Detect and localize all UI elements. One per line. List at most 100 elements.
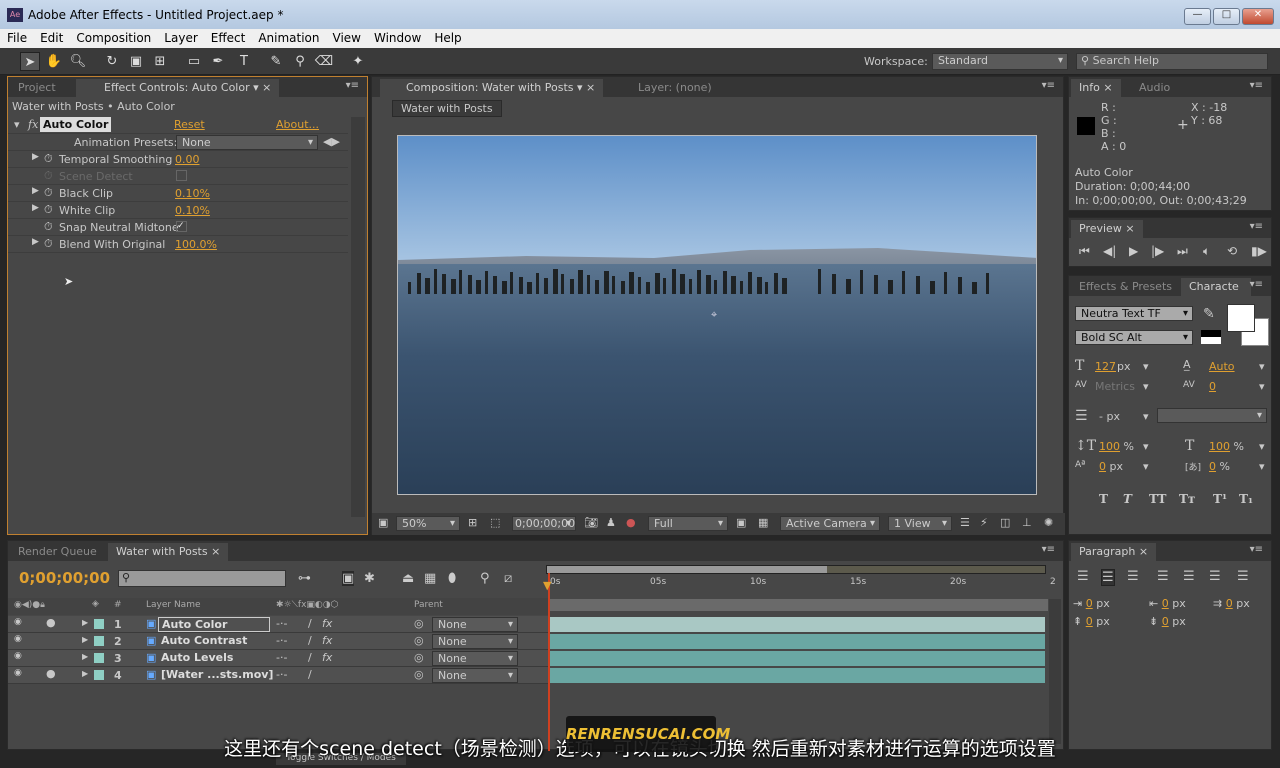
loop-icon[interactable]: ⟲ xyxy=(1227,244,1237,258)
panel-menu-icon[interactable]: ▾≡ xyxy=(1250,544,1263,555)
layer-name[interactable]: [Water ...sts.mov] xyxy=(158,668,276,681)
eyedropper-icon[interactable]: ✎ xyxy=(1203,306,1215,322)
param-checkbox[interactable] xyxy=(176,170,187,181)
param-value[interactable]: 0.10% xyxy=(175,187,210,200)
shy-switch-icon[interactable]: -·- xyxy=(276,617,287,630)
selection-tool-icon[interactable]: ➤ xyxy=(20,52,40,71)
panel-menu-icon[interactable]: ▾≡ xyxy=(1250,80,1263,91)
black-white-swatch[interactable] xyxy=(1201,330,1221,344)
next-frame-icon[interactable]: |▶ xyxy=(1151,244,1164,258)
justify-all-icon[interactable]: ☰ xyxy=(1237,569,1249,584)
align-left-icon[interactable]: ☰ xyxy=(1077,569,1089,584)
space-before-field[interactable]: ⇞ 0 px xyxy=(1073,615,1110,628)
hide-shy-icon[interactable]: ⏏ xyxy=(402,571,414,586)
pan-behind-tool-icon[interactable]: ⊞ xyxy=(150,52,170,71)
collapse-triangle-icon[interactable]: ▾ xyxy=(14,118,20,131)
effect-name[interactable]: Auto Color xyxy=(40,117,112,132)
parent-select[interactable]: None xyxy=(432,634,518,649)
justify-right-icon[interactable]: ☰ xyxy=(1209,569,1221,584)
fx-switch[interactable]: fx xyxy=(322,617,332,630)
small-caps-button[interactable]: Tт xyxy=(1179,492,1195,506)
scrollbar[interactable] xyxy=(351,117,365,517)
expand-triangle-icon[interactable]: ▶ xyxy=(32,152,39,162)
channel-icon[interactable]: ● xyxy=(626,516,636,529)
maximize-button[interactable]: □ xyxy=(1213,8,1240,25)
audio-icon[interactable]: 🔈︎ xyxy=(1203,244,1210,259)
panel-menu-icon[interactable]: ▾≡ xyxy=(1250,279,1263,290)
eye-icon[interactable]: ◉ xyxy=(14,668,22,678)
previous-frame-icon[interactable]: ◀| xyxy=(1103,244,1116,258)
playhead-handle-icon[interactable]: ▼ xyxy=(543,579,551,592)
tab-preview[interactable]: Preview × xyxy=(1071,220,1143,238)
expand-triangle-icon[interactable]: ▶ xyxy=(32,186,39,196)
tracking-value[interactable]: 0 xyxy=(1209,380,1216,393)
param-value[interactable]: 100.0% xyxy=(175,238,217,251)
time-ruler[interactable]: 0s 05s 10s 15s 20s 2 xyxy=(548,577,1056,593)
safe-zones-icon[interactable]: ⊞ xyxy=(468,516,477,529)
tsume-value[interactable]: 0 % xyxy=(1209,460,1230,473)
brainstorm-icon[interactable]: ⧄ xyxy=(504,571,512,586)
chevron-down-icon[interactable]: ▾ xyxy=(1143,380,1149,393)
tab-audio[interactable]: Audio xyxy=(1131,79,1178,97)
leading-value[interactable]: Auto xyxy=(1209,360,1235,373)
label-color[interactable] xyxy=(94,619,104,629)
indent-first-line-field[interactable]: ⇉ 0 px xyxy=(1213,597,1250,610)
label-color[interactable] xyxy=(94,670,104,680)
layer-name[interactable]: Auto Color xyxy=(158,617,270,632)
expand-triangle-icon[interactable]: ▶ xyxy=(82,618,88,627)
panel-menu-icon[interactable]: ▾≡ xyxy=(1042,544,1055,555)
show-snapshot-icon[interactable]: ♟ xyxy=(606,516,616,529)
play-icon[interactable]: ▶ xyxy=(1129,244,1138,258)
stopwatch-icon[interactable]: ⏱ xyxy=(44,169,53,183)
tab-effect-controls[interactable]: Effect Controls: Auto Color ▾ × xyxy=(76,79,280,97)
menu-composition[interactable]: Composition xyxy=(69,29,157,48)
chevron-down-icon[interactable]: ▾ xyxy=(1143,410,1149,423)
chevron-down-icon[interactable]: ▾ xyxy=(1259,460,1265,473)
tab-timeline-comp[interactable]: Water with Posts × xyxy=(108,543,229,561)
menu-view[interactable]: View xyxy=(326,29,367,48)
view-layout-select[interactable]: 1 View xyxy=(888,516,952,531)
shy-switch-icon[interactable]: -·- xyxy=(276,651,287,664)
stroke-style-select[interactable] xyxy=(1157,408,1267,423)
quality-switch-icon[interactable]: / xyxy=(308,634,312,647)
quality-switch-icon[interactable]: / xyxy=(308,617,312,630)
rectangle-tool-icon[interactable]: ▭ xyxy=(184,52,204,71)
pick-whip-icon[interactable]: ◎ xyxy=(414,634,424,647)
menu-layer[interactable]: Layer xyxy=(157,29,203,48)
draft-3d-icon[interactable]: ✱ xyxy=(364,571,375,586)
magnification-select[interactable]: 50% xyxy=(396,516,460,531)
expand-triangle-icon[interactable]: ▶ xyxy=(82,635,88,644)
about-link[interactable]: About... xyxy=(276,118,319,131)
panel-menu-icon[interactable]: ▾≡ xyxy=(1042,80,1055,91)
tab-layer[interactable]: Layer: (none) xyxy=(630,79,720,97)
search-help-input[interactable]: ⚲ Search Help xyxy=(1076,53,1268,70)
solo-icon[interactable]: ● xyxy=(46,667,56,680)
vertical-scale-value[interactable]: 100 % xyxy=(1099,440,1134,453)
tab-effects-presets[interactable]: Effects & Presets xyxy=(1071,278,1180,296)
shy-switch-icon[interactable]: -·- xyxy=(276,634,287,647)
horizontal-scale-value[interactable]: 100 % xyxy=(1209,440,1244,453)
always-preview-icon[interactable]: ▣ xyxy=(378,516,388,529)
menu-effect[interactable]: Effect xyxy=(204,29,252,48)
panel-menu-icon[interactable]: ▾≡ xyxy=(1250,221,1263,232)
eye-icon[interactable]: ◉ xyxy=(14,651,22,661)
pick-whip-icon[interactable]: ◎ xyxy=(414,617,424,630)
faux-bold-button[interactable]: T xyxy=(1099,492,1108,506)
menu-help[interactable]: Help xyxy=(427,29,467,48)
minimize-button[interactable]: — xyxy=(1184,8,1211,25)
space-after-field[interactable]: ⇟ 0 px xyxy=(1149,615,1186,628)
stopwatch-icon[interactable]: ⏱ xyxy=(44,220,53,234)
current-time[interactable]: 0;00;00;00 xyxy=(512,516,576,531)
type-tool-icon[interactable]: T xyxy=(234,52,254,71)
align-right-icon[interactable]: ☰ xyxy=(1127,569,1139,584)
panel-menu-icon[interactable]: ▾≡ xyxy=(346,80,359,91)
graph-editor-icon[interactable]: ⚲ xyxy=(480,571,490,586)
menu-file[interactable]: File xyxy=(0,29,33,48)
font-family-select[interactable]: Neutra Text TF xyxy=(1075,306,1193,321)
eye-icon[interactable]: ◉ xyxy=(14,617,22,627)
clone-stamp-tool-icon[interactable]: ⚲ xyxy=(290,52,310,71)
chevron-down-icon[interactable]: ▾ xyxy=(1143,440,1149,453)
timeline-icon[interactable]: ◫ xyxy=(1000,516,1010,529)
fx-switch[interactable]: fx xyxy=(322,634,332,647)
puppet-tool-icon[interactable]: ✦ xyxy=(348,52,368,71)
